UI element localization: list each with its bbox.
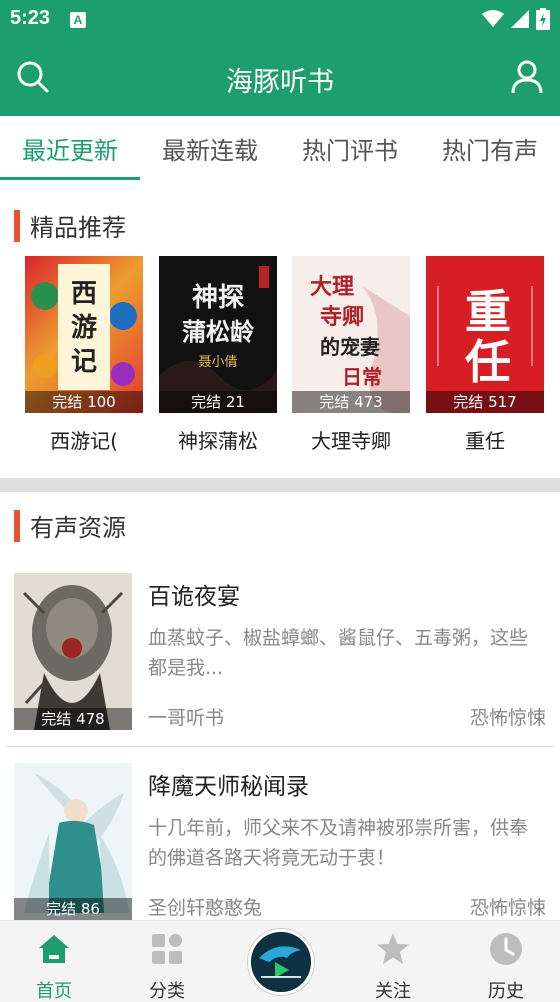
star-icon [377,933,409,964]
cover-title-char: 任 [465,335,511,389]
book-cover[interactable]: 神探 蒲松龄 聂小倩 完结 21 [159,256,277,413]
cover-badge: 完结 86 [14,898,132,920]
cover-art [14,763,132,920]
tab-new-serials[interactable]: 最新连载 [140,116,280,180]
list-divider [6,746,554,747]
list-item-author: 一哥听书 [148,707,225,729]
featured-book[interactable]: 大理 寺卿 的宠妻 日常 完结 473 大理寺卿 [292,256,410,454]
list-item[interactable]: 完结 86 降魔天师秘闻录 十几年前，师父来不及请神被邪祟所害，供奉的佛道各路天… [0,763,560,937]
status-time: 5:23 [10,7,51,29]
status-bar: 5:23 A [0,0,560,40]
app-title: 海豚听书 [226,67,334,98]
section-accent-bar [14,509,20,542]
cover-title-char: 日常 [342,365,382,389]
cover-author: 聂小倩 [198,355,237,370]
featured-book[interactable]: 神探 蒲松龄 聂小倩 完结 21 神探蒲松 [159,256,277,454]
dolphin-logo-icon [251,932,311,992]
featured-section-header: 精品推荐 [14,208,126,243]
bottom-nav: 首页 分类 关注 历史 [0,920,560,1002]
battery-icon [536,8,550,30]
notification-icon: A [70,12,86,28]
list-item-description: 十几年前，师父来不及请神被邪祟所害，供奉的佛道各路天将竟无动于衷！ [148,817,529,869]
nav-history[interactable]: 历史 [466,927,546,1002]
section-divider [0,478,560,492]
book-cover[interactable]: 重 任 完结 517 [426,256,544,413]
cover-title-char: 西 [71,279,97,309]
app-bar: 海豚听书 [0,40,560,116]
list-item-cover[interactable]: 完结 86 [14,763,132,920]
cover-title-char: 大理 [310,274,354,300]
cover-title-char: 重 [465,285,511,339]
cover-badge: 完结 517 [426,391,544,413]
home-icon [39,935,69,963]
cover-art: 神探 蒲松龄 聂小倩 [159,256,277,413]
list-item-author: 圣创轩憨憨兔 [148,897,263,919]
audio-section-title: 有声资源 [30,514,126,542]
featured-book[interactable]: 西 游 记 完结 100 西游记( [25,256,143,454]
list-item-title[interactable]: 降魔天师秘闻录 [148,767,309,801]
status-icons [482,8,550,30]
cover-art: 重 任 [426,256,544,413]
section-accent-bar [14,209,20,242]
wifi-icon [482,10,504,27]
category-icon [152,934,182,964]
tab-popular-storytelling[interactable]: 热门评书 [280,116,420,180]
nav-category[interactable]: 分类 [127,927,207,1002]
cover-title-line: 神探 [192,283,244,313]
cover-art [14,573,132,730]
featured-book[interactable]: 重 任 完结 517 重任 [426,256,544,454]
cover-title-line: 蒲松龄 [182,317,255,346]
book-title[interactable]: 神探蒲松 [159,425,277,454]
cover-title-char: 的宠妻 [320,335,380,359]
cover-title-char: 寺卿 [320,304,364,330]
nav-follow[interactable]: 关注 [353,927,433,1002]
clock-icon [490,933,522,965]
nav-label: 历史 [488,981,524,1002]
book-cover[interactable]: 大理 寺卿 的宠妻 日常 完结 473 [292,256,410,413]
tab-popular-audio[interactable]: 热门有声 [420,116,560,180]
book-title[interactable]: 重任 [426,425,544,454]
cover-badge: 完结 100 [25,391,143,413]
cover-badge: 完结 21 [159,391,277,413]
list-item[interactable]: 完结 478 百诡夜宴 血蒸蚊子、椒盐蟑螂、酱鼠仔、五毒粥，这些都是我... 一… [0,573,560,747]
nav-home[interactable]: 首页 [14,927,94,1002]
tab-bar: 最近更新 最新连载 热门评书 热门有声 [0,116,560,180]
book-title[interactable]: 大理寺卿 [292,425,410,454]
cover-badge: 完结 478 [14,708,132,730]
tab-recent-updates[interactable]: 最近更新 [0,116,140,180]
cover-art: 西 游 记 [25,256,143,413]
cover-title-char: 记 [71,347,97,377]
cover-title-char: 游 [71,313,97,343]
list-item-category: 恐怖惊悚 [469,707,546,729]
nav-label: 关注 [375,981,411,1002]
user-icon[interactable] [510,60,544,94]
featured-section-title: 精品推荐 [30,214,126,242]
cover-badge: 完结 473 [292,391,410,413]
featured-books: 西 游 记 完结 100 西游记( 神探 蒲松龄 聂小倩 完结 21 神探蒲松 … [0,256,560,456]
list-item-cover[interactable]: 完结 478 [14,573,132,730]
nav-label: 分类 [149,981,185,1002]
player-button[interactable] [248,929,314,995]
list-item-title[interactable]: 百诡夜宴 [148,577,240,611]
book-title[interactable]: 西游记( [25,425,143,454]
nav-label: 首页 [36,981,72,1002]
app-screen: 5:23 A 海豚听书 最近更新 最新连载 热门评书 热门有声 精品推荐 西 游… [0,0,560,1002]
book-cover[interactable]: 西 游 记 完结 100 [25,256,143,413]
signal-icon [511,10,529,28]
audio-section-header: 有声资源 [14,508,126,543]
list-item-category: 恐怖惊悚 [469,897,546,919]
cover-art: 大理 寺卿 的宠妻 日常 [292,256,410,413]
list-item-description: 血蒸蚊子、椒盐蟑螂、酱鼠仔、五毒粥，这些都是我... [148,627,529,679]
